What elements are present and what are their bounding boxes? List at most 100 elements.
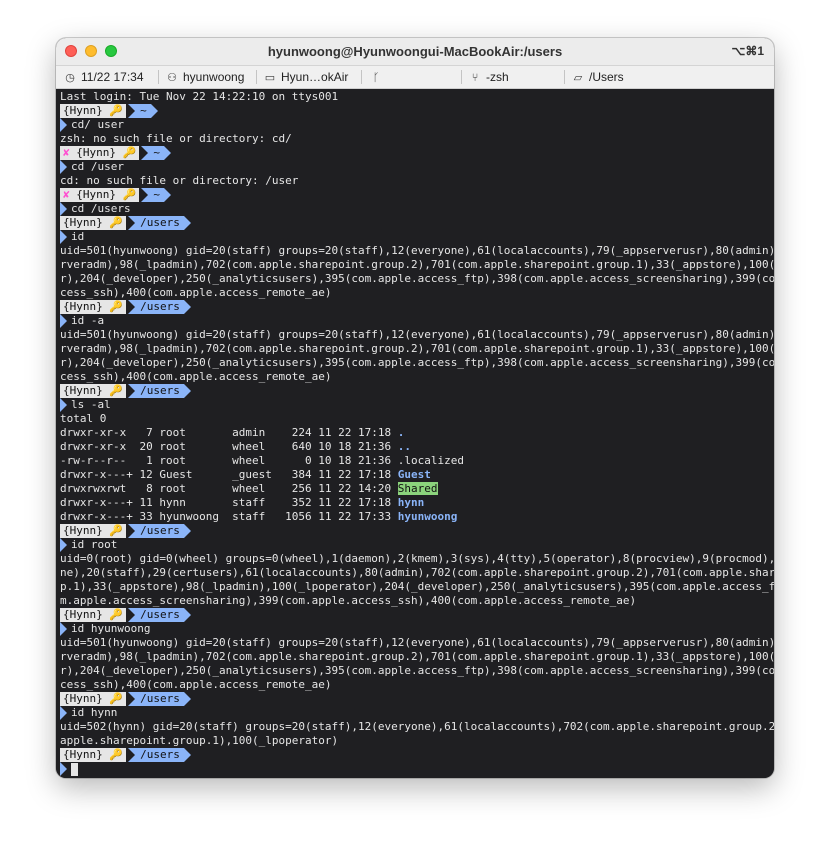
prompt-user: {Hynn} 🔑 xyxy=(60,216,127,230)
prompt-line: {Hynn} 🔑/users xyxy=(60,748,774,762)
status-shell[interactable]: ⑂ -zsh xyxy=(469,66,509,88)
clock-icon: ◷ xyxy=(65,72,75,84)
status-path[interactable]: ▱/Users xyxy=(572,66,624,88)
ls-row: -rw-r--r-- 1 root wheel 0 10 18 21:36 .l… xyxy=(60,454,464,467)
output-line: uid=501(hyunwoong) gid=20(staff) groups=… xyxy=(60,244,774,257)
dir-name: . xyxy=(397,426,405,439)
prompt-path: /users xyxy=(128,216,191,230)
chevron-icon xyxy=(60,762,67,776)
user-icon: ⚇ xyxy=(167,72,177,84)
chevron-icon xyxy=(60,160,67,174)
divider xyxy=(158,70,159,84)
status-host[interactable]: ▭ Hyun…okAir xyxy=(264,66,349,88)
title-bar[interactable]: hyunwoong@Hyunwoongui-MacBookAir:/users … xyxy=(56,38,774,66)
key-icon: 🔑 xyxy=(109,300,124,313)
key-icon: 🔑 xyxy=(122,146,137,159)
command-line: cd /user xyxy=(60,160,774,174)
status-bar: ◷ 11/22 17:34 ⚇ hyunwoong ▭ Hyun…okAir ᚴ ⑂ -… xyxy=(56,66,774,89)
ls-row: drwxr-x---+ 12 Guest _guest 384 11 22 17… xyxy=(60,468,431,481)
prompt-line: {Hynn} 🔑/users xyxy=(60,692,774,706)
prompt-user: {Hynn} 🔑 xyxy=(60,384,127,398)
output-line: uid=501(hyunwoong) gid=20(staff) groups=… xyxy=(60,328,774,341)
prompt-line: {Hynn} 🔑/users xyxy=(60,216,774,230)
branch-icon: ᚴ xyxy=(372,72,380,84)
prompt-path: /users xyxy=(128,384,191,398)
terminal-output[interactable]: Last login: Tue Nov 22 14:22:10 on ttys0… xyxy=(56,89,774,778)
output-line: p.1),33(_appstore),98(_lpadmin),100(_lpo… xyxy=(60,580,774,593)
status-user[interactable]: ⚇ hyunwoong xyxy=(166,66,244,88)
output-line: cess_ssh),400(com.apple.access_remote_ae… xyxy=(60,370,332,383)
prompt-path: ~ xyxy=(141,188,171,202)
ls-row: drwxr-x---+ 33 hyunwoong staff 1056 11 2… xyxy=(60,510,458,523)
ls-row: drwxr-xr-x 20 root wheel 640 10 18 21:36… xyxy=(60,440,412,453)
command-line: cd /users xyxy=(60,202,774,216)
prompt-line: {Hynn} 🔑/users xyxy=(60,608,774,622)
prompt-line: {Hynn} 🔑/users xyxy=(60,300,774,314)
output-line: r),204(_developer),250(_analyticsusers),… xyxy=(60,272,774,285)
error-x-icon: ✘ xyxy=(63,188,70,201)
output-line: rveradm),98(_lpadmin),702(com.apple.shar… xyxy=(60,650,774,663)
prompt-path: /users xyxy=(128,748,191,762)
key-icon: 🔑 xyxy=(109,384,124,397)
dir-name-shared: Shared xyxy=(397,482,438,495)
input-line[interactable] xyxy=(60,762,774,776)
prompt-path: /users xyxy=(128,692,191,706)
prompt-user: {Hynn} 🔑 xyxy=(60,300,127,314)
error-x-icon: ✘ xyxy=(63,146,70,159)
folder-icon: ▱ xyxy=(573,72,583,84)
command-line: cd/ user xyxy=(60,118,774,132)
output-line: uid=501(hyunwoong) gid=20(staff) groups=… xyxy=(60,636,774,649)
file-name: .localized xyxy=(397,454,464,467)
prompt-line: ✘ {Hynn} 🔑 ~ xyxy=(60,146,774,160)
output-line: m.apple.access_screensharing),399(com.ap… xyxy=(60,594,637,607)
prompt-path: ~ xyxy=(128,104,158,118)
error-line: zsh: no such file or directory: cd/ xyxy=(60,132,292,145)
key-icon: 🔑 xyxy=(109,216,124,229)
prompt-user: {Hynn} 🔑 xyxy=(60,608,127,622)
output-line: apple.sharepoint.group.1),100(_lpoperato… xyxy=(60,734,339,747)
output-line: uid=0(root) gid=0(wheel) groups=0(wheel)… xyxy=(60,552,774,565)
prompt-line: {Hynn} 🔑/users xyxy=(60,384,774,398)
divider xyxy=(361,70,362,84)
prompt-user: {Hynn} 🔑 xyxy=(60,104,127,118)
dir-name: .. xyxy=(397,440,412,453)
prompt-path: /users xyxy=(128,300,191,314)
command-line: id hyunwoong xyxy=(60,622,774,636)
status-git[interactable]: ᚴ xyxy=(370,66,387,88)
output-line: cess_ssh),400(com.apple.access_remote_ae… xyxy=(60,678,332,691)
error-line: cd: no such file or directory: /user xyxy=(60,174,299,187)
dir-name: hynn xyxy=(397,496,425,509)
divider xyxy=(256,70,257,84)
status-time[interactable]: ◷ 11/22 17:34 xyxy=(64,66,143,88)
output-line: ne),20(staff),29(certusers),61(localacco… xyxy=(60,566,774,579)
chevron-icon xyxy=(60,706,67,720)
dir-name: Guest xyxy=(397,468,431,481)
output-line: cess_ssh),400(com.apple.access_remote_ae… xyxy=(60,286,332,299)
process-icon: ⑂ xyxy=(471,72,479,84)
prompt-user: {Hynn} 🔑 xyxy=(60,748,127,762)
terminal-window: hyunwoong@Hyunwoongui-MacBookAir:/users … xyxy=(56,38,774,778)
output-line: rveradm),98(_lpadmin),702(com.apple.shar… xyxy=(60,258,774,271)
chevron-icon xyxy=(60,230,67,244)
divider xyxy=(564,70,565,84)
prompt-user: {Hynn} 🔑 xyxy=(60,692,127,706)
ls-total: total 0 xyxy=(60,412,107,425)
chevron-icon xyxy=(60,622,67,636)
prompt-path: /users xyxy=(128,608,191,622)
output-line: uid=502(hynn) gid=20(staff) groups=20(st… xyxy=(60,720,774,733)
ls-row: drwxrwxrwt 8 root wheel 256 11 22 14:20 … xyxy=(60,482,438,495)
output-line: r),204(_developer),250(_analyticsusers),… xyxy=(60,356,774,369)
command-line: id -a xyxy=(60,314,774,328)
chevron-icon xyxy=(60,118,67,132)
ls-row: drwxr-x---+ 11 hynn staff 352 11 22 17:1… xyxy=(60,496,425,509)
output-line: rveradm),98(_lpadmin),702(com.apple.shar… xyxy=(60,342,774,355)
laptop-icon: ▭ xyxy=(264,72,276,84)
command-line: id hynn xyxy=(60,706,774,720)
prompt-user: ✘ {Hynn} 🔑 xyxy=(60,146,140,160)
key-icon: 🔑 xyxy=(109,524,124,537)
ls-row: drwxr-xr-x 7 root admin 224 11 22 17:18 … xyxy=(60,426,405,439)
key-icon: 🔑 xyxy=(109,748,124,761)
chevron-icon xyxy=(60,202,67,216)
chevron-icon xyxy=(60,538,67,552)
output-line: r),204(_developer),250(_analyticsusers),… xyxy=(60,664,774,677)
